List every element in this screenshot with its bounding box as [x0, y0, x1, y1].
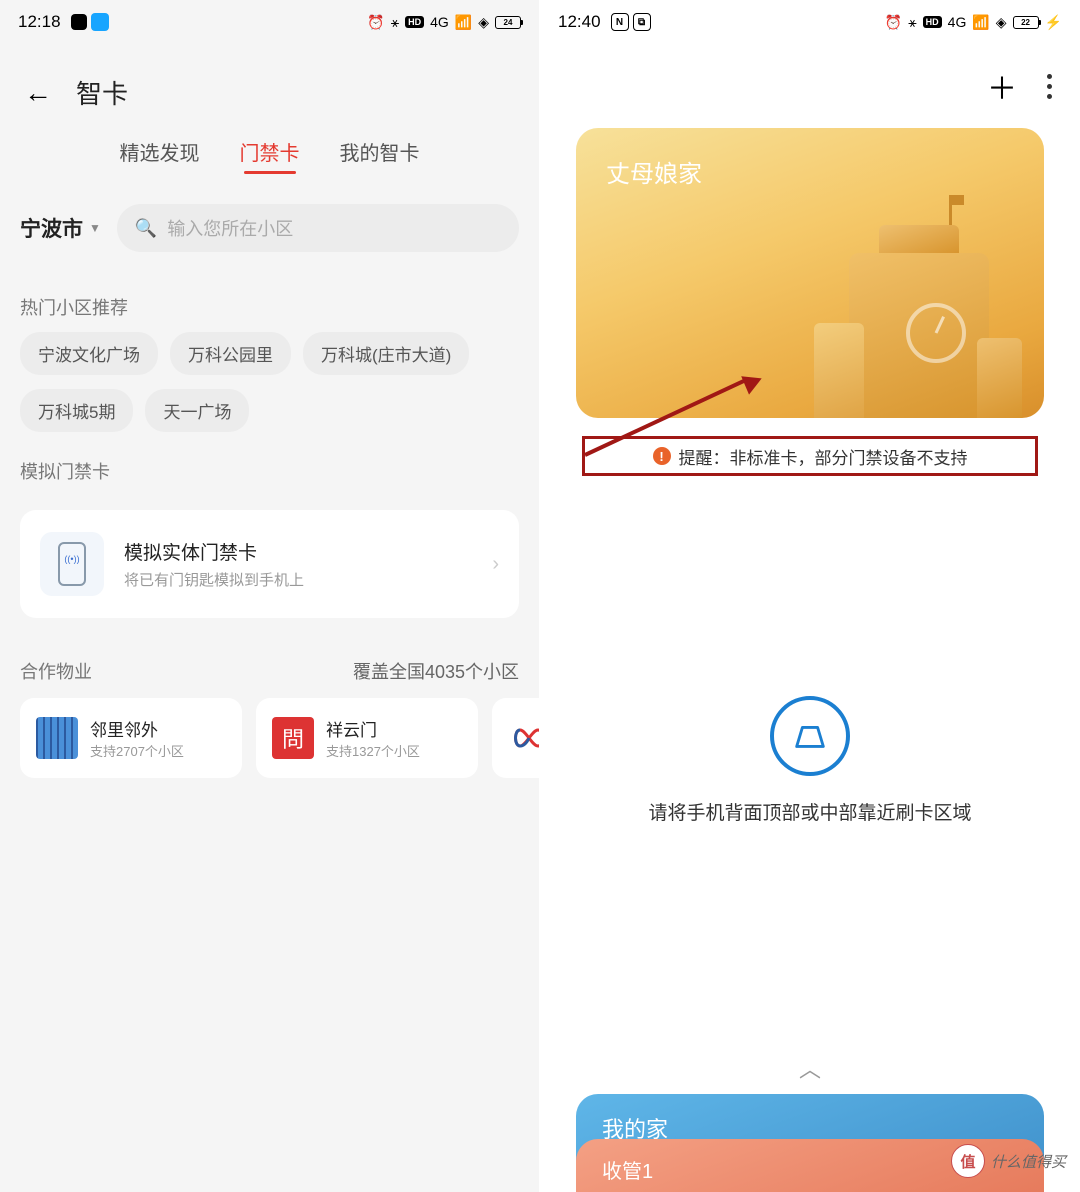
signal-icon: 📶: [972, 14, 989, 31]
chevron-up-icon[interactable]: ︿: [540, 1052, 1080, 1084]
alarm-icon: ⏰: [885, 14, 902, 31]
chip-item[interactable]: 宁波文化广场: [20, 332, 158, 375]
card-reader-icon: [770, 696, 850, 776]
tab-bar: 精选发现 门禁卡 我的智卡: [0, 129, 539, 188]
chevron-down-icon: ▼: [89, 221, 101, 235]
watermark-text: 什么值得买: [991, 1151, 1066, 1172]
simulate-card-button[interactable]: 模拟实体门禁卡 将已有门钥匙模拟到手机上 ›: [20, 510, 519, 618]
back-arrow-icon[interactable]: ←: [24, 77, 52, 109]
app-notify-icon: [91, 13, 109, 31]
partner-logo-icon: 問: [272, 717, 314, 759]
partner-section-label: 合作物业: [20, 658, 92, 684]
hd-badge: HD: [923, 16, 942, 28]
right-screenshot: 12:40 N ⧉ ⏰ ⚹ HD 4G 📶 ◈ 22 ⚡ ＋ 丈母娘家: [540, 0, 1080, 1192]
wifi-icon: ◈: [478, 14, 489, 31]
partner-logo-icon: [508, 717, 539, 759]
search-input[interactable]: 🔍 输入您所在小区: [117, 204, 519, 252]
hot-chips: 宁波文化广场 万科公园里 万科城(庄市大道) 万科城5期 天一广场: [0, 332, 539, 432]
status-bar: 12:18 ⏰ ⚹ HD 4G 📶 ◈ 24: [0, 0, 539, 44]
status-time: 12:40: [558, 12, 601, 32]
partner-logo-icon: [36, 717, 78, 759]
chat-icon: [71, 14, 87, 30]
app-icon: ⧉: [633, 13, 651, 31]
partner-item[interactable]: 問 祥云门 支持1327个小区: [256, 698, 478, 778]
chip-item[interactable]: 天一广场: [145, 389, 249, 432]
access-card[interactable]: 丈母娘家: [576, 128, 1044, 418]
bluetooth-icon: ⚹: [908, 14, 916, 31]
watermark-badge-icon: 值: [951, 1144, 985, 1178]
annotation-arrow-icon: [585, 453, 760, 457]
network-label: 4G: [948, 14, 967, 30]
chip-item[interactable]: 万科城5期: [20, 389, 133, 432]
partner-list[interactable]: 邻里邻外 支持2707个小区 問 祥云门 支持1327个小区: [0, 698, 539, 778]
partner-sub: 支持2707个小区: [90, 741, 184, 760]
network-label: 4G: [430, 14, 449, 30]
building-illustration-icon: [814, 178, 1014, 418]
tab-featured[interactable]: 精选发现: [120, 137, 200, 174]
phone-nfc-icon: [40, 532, 104, 596]
navbar: ← 智卡: [0, 44, 539, 129]
simulate-title: 模拟实体门禁卡: [124, 538, 492, 565]
bluetooth-icon: ⚹: [391, 14, 399, 31]
city-name: 宁波市: [20, 213, 83, 243]
more-menu-icon[interactable]: [1047, 74, 1052, 99]
chip-item[interactable]: 万科公园里: [170, 332, 291, 375]
simulate-subtitle: 将已有门钥匙模拟到手机上: [124, 569, 492, 590]
card-name: 丈母娘家: [606, 154, 702, 189]
left-screenshot: 12:18 ⏰ ⚹ HD 4G 📶 ◈ 24 ← 智卡 精选发现 门禁卡 我: [0, 0, 540, 1192]
city-selector[interactable]: 宁波市 ▼: [20, 213, 101, 243]
watermark: 值 什么值得买: [951, 1144, 1066, 1178]
chevron-right-icon: ›: [492, 553, 499, 576]
partner-sub: 支持1327个小区: [326, 741, 420, 760]
status-time: 12:18: [18, 12, 61, 32]
page-title: 智卡: [76, 74, 128, 111]
coverage-text: 覆盖全国4035个小区: [353, 658, 519, 684]
charging-icon: ⚡: [1045, 14, 1062, 31]
signal-icon: 📶: [455, 14, 472, 31]
partner-name: 祥云门: [326, 716, 420, 741]
nfc-instruction: 请将手机背面顶部或中部靠近刷卡区域: [540, 798, 1080, 825]
hd-badge: HD: [405, 16, 424, 28]
status-bar: 12:40 N ⧉ ⏰ ⚹ HD 4G 📶 ◈ 22 ⚡: [540, 0, 1080, 44]
partner-item[interactable]: 邻里邻外 支持2707个小区: [20, 698, 242, 778]
search-icon: 🔍: [135, 218, 157, 239]
nfc-icon: N: [611, 13, 629, 31]
battery-icon: 22: [1013, 16, 1039, 29]
top-actions: ＋: [540, 44, 1080, 108]
hot-section-label: 热门小区推荐: [0, 268, 539, 332]
alarm-icon: ⏰: [367, 14, 384, 31]
chip-item[interactable]: 万科城(庄市大道): [303, 332, 469, 375]
simulate-section-label: 模拟门禁卡: [0, 432, 539, 496]
partner-name: 邻里邻外: [90, 716, 184, 741]
wifi-icon: ◈: [996, 14, 1007, 31]
add-button[interactable]: ＋: [987, 64, 1017, 108]
nfc-prompt: 请将手机背面顶部或中部靠近刷卡区域: [540, 696, 1080, 825]
tab-my-cards[interactable]: 我的智卡: [340, 137, 420, 174]
tab-access-card[interactable]: 门禁卡: [240, 137, 300, 174]
search-placeholder: 输入您所在小区: [167, 215, 293, 241]
partner-item[interactable]: [492, 698, 539, 778]
battery-icon: 24: [495, 16, 521, 29]
